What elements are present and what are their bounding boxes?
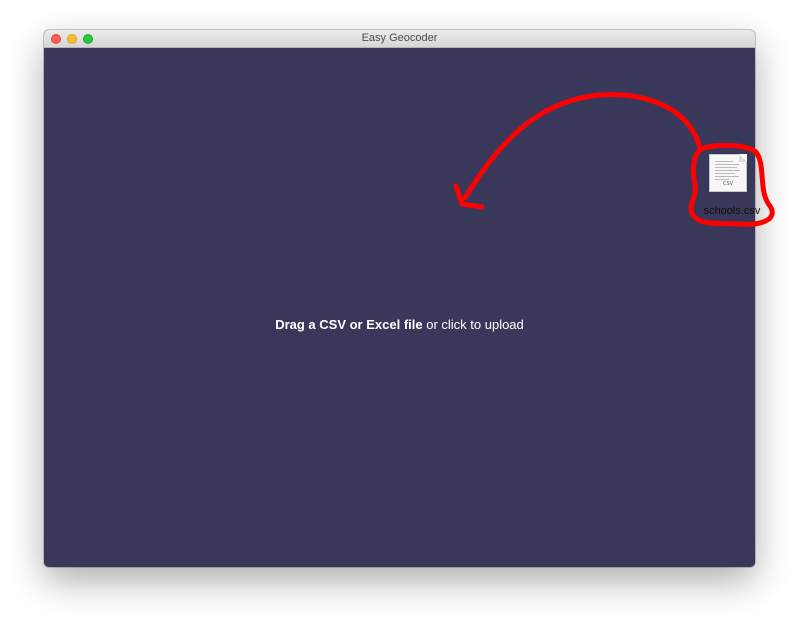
- app-window: Easy Geocoder Drag a CSV or Excel file o…: [44, 30, 755, 567]
- dragged-file[interactable]: CSV schools.csv: [693, 148, 771, 226]
- csv-file-icon: CSV: [709, 154, 747, 192]
- file-type-tag: CSV: [722, 181, 734, 187]
- file-name-label: schools.csv: [703, 205, 761, 217]
- drop-instructions-rest: or click to upload: [422, 317, 524, 332]
- drop-instructions-bold: Drag a CSV or Excel file: [275, 317, 423, 332]
- file-drop-zone[interactable]: Drag a CSV or Excel file or click to upl…: [44, 48, 755, 567]
- drop-instructions: Drag a CSV or Excel file or click to upl…: [44, 317, 755, 332]
- title-bar[interactable]: Easy Geocoder: [44, 30, 755, 48]
- desktop: Easy Geocoder Drag a CSV or Excel file o…: [0, 0, 800, 626]
- window-title: Easy Geocoder: [361, 32, 438, 44]
